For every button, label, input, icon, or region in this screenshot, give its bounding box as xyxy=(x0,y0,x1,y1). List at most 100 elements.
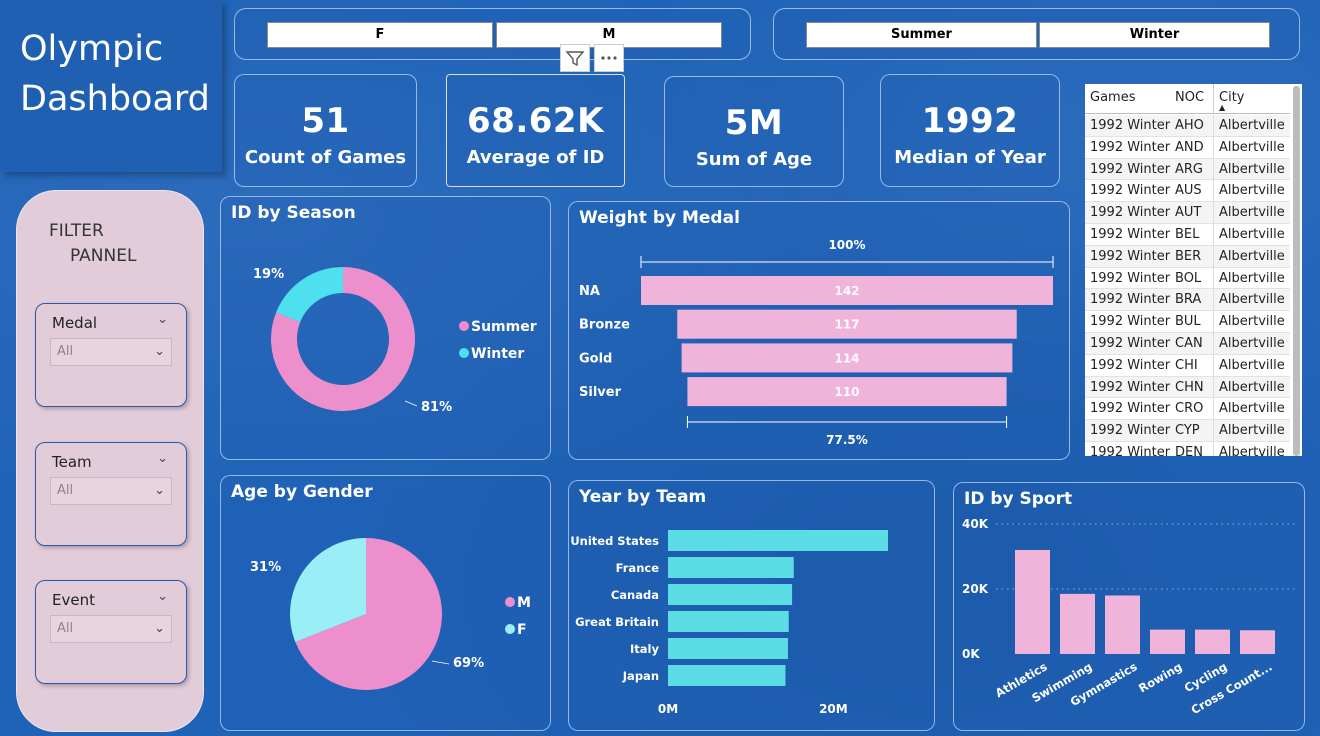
column-divider xyxy=(1213,420,1214,441)
donut-slice-winter xyxy=(276,267,343,323)
filter-label: Medal xyxy=(52,314,98,332)
table-row[interactable]: 1992 Winter BRA Albertville xyxy=(1085,289,1290,312)
cell-city: Albertville xyxy=(1219,336,1285,351)
cell-games: 1992 Winter xyxy=(1090,314,1171,330)
chevron-down-icon[interactable]: ⌄ xyxy=(157,589,168,604)
games-table[interactable]: Games NOC City ▲ 1992 Winter AHO Albertvil… xyxy=(1085,84,1302,456)
filter-label: Event xyxy=(52,591,95,609)
column-divider xyxy=(1213,158,1214,180)
kpi-sum-of-age[interactable]: 5M Sum of Age xyxy=(664,76,844,187)
filter-panel-title-line2: PANNEL xyxy=(70,246,137,266)
cell-city: Albertville xyxy=(1219,445,1285,456)
legend-marker xyxy=(505,597,515,607)
table-row[interactable]: 1992 Winter CHI Albertville xyxy=(1085,354,1290,377)
team-dropdown[interactable]: All ⌄ xyxy=(50,477,172,505)
column-divider xyxy=(1213,224,1214,245)
table-row[interactable]: 1992 Winter BER Albertville xyxy=(1085,245,1290,268)
kpi-median-of-year[interactable]: 1992 Median of Year xyxy=(880,74,1060,187)
cell-games: 1992 Winter xyxy=(1090,445,1171,456)
kpi-count-of-games[interactable]: 51 Count of Games xyxy=(234,74,417,187)
chevron-down-icon: ⌄ xyxy=(154,621,165,636)
table-row[interactable]: 1992 Winter ARG Albertville xyxy=(1085,158,1290,181)
cell-games: 1992 Winter xyxy=(1090,118,1171,133)
column-divider xyxy=(1213,245,1214,267)
column-divider xyxy=(1213,115,1214,136)
category-label: Great Britain xyxy=(575,615,659,629)
bar-gymnastics xyxy=(1105,595,1140,654)
table-row[interactable]: 1992 Winter CYP Albertville xyxy=(1085,420,1290,442)
column-header-games[interactable]: Games xyxy=(1090,90,1135,105)
team-bar-chart: United States France Canada Great Britain It… xyxy=(570,530,888,716)
cell-city: Albertville xyxy=(1219,161,1285,177)
table-row[interactable]: 1992 Winter AND Albertville xyxy=(1085,136,1290,159)
team-filter[interactable]: Team ⌄ All ⌄ xyxy=(35,442,187,546)
cell-noc: BRA xyxy=(1175,292,1202,308)
column-header-noc[interactable]: NOC xyxy=(1175,90,1204,105)
legend-label: Summer xyxy=(471,319,537,335)
season-option-winter[interactable]: Winter xyxy=(1039,22,1270,48)
y-tick-label: 20K xyxy=(962,582,989,596)
data-label: 110 xyxy=(834,385,859,399)
category-label: France xyxy=(616,561,660,575)
data-label: 69% xyxy=(453,656,484,671)
bar-italy xyxy=(668,638,788,659)
season-chart-card[interactable]: ID by Season 81% 19% Summer Winter xyxy=(220,196,551,460)
kpi-value: 5M xyxy=(724,103,784,143)
chevron-down-icon[interactable]: ⌄ xyxy=(157,451,168,466)
cell-city: Albertville xyxy=(1219,227,1285,242)
dashboard-title-line2: Dashboard xyxy=(20,79,210,119)
data-label: 19% xyxy=(253,267,284,282)
team-chart-card[interactable]: Year by Team United States France Canada Gr… xyxy=(568,480,935,731)
kpi-value: 1992 xyxy=(921,101,1019,141)
event-dropdown[interactable]: All ⌄ xyxy=(50,615,172,643)
table-row[interactable]: 1992 Winter DEN Albertville xyxy=(1085,442,1290,456)
table-row[interactable]: 1992 Winter CRO Albertville xyxy=(1085,398,1290,421)
kpi-label: Average of ID xyxy=(466,147,605,168)
gender-option-f[interactable]: F xyxy=(267,22,493,48)
cell-noc: CHI xyxy=(1175,357,1198,373)
cell-noc: CHN xyxy=(1175,379,1204,395)
table-row[interactable]: 1992 Winter AUS Albertville xyxy=(1085,180,1290,203)
season-option-summer[interactable]: Summer xyxy=(806,22,1037,48)
leader-line xyxy=(431,660,450,665)
table-row[interactable]: 1992 Winter CAN Albertville xyxy=(1085,333,1290,355)
cell-noc: AUT xyxy=(1175,205,1202,221)
medal-chart-card[interactable]: Weight by Medal 100% 142 NA 117 Bronze 114 Gol… xyxy=(568,201,1070,460)
table-row[interactable]: 1992 Winter BOL Albertville xyxy=(1085,267,1290,290)
filter-icon[interactable] xyxy=(560,44,590,72)
cell-noc: BUL xyxy=(1175,314,1201,330)
table-scrollbar[interactable] xyxy=(1293,86,1300,456)
column-divider xyxy=(1213,354,1214,376)
table-row[interactable]: 1992 Winter AHO Albertville xyxy=(1085,115,1290,137)
cell-games: 1992 Winter xyxy=(1090,248,1171,264)
event-filter[interactable]: Event ⌄ All ⌄ xyxy=(35,580,187,684)
cell-city: Albertville xyxy=(1219,139,1285,155)
sport-chart-card[interactable]: ID by Sport 0K 20K 40K Athletics Swimming Gym… xyxy=(953,482,1305,731)
table-row[interactable]: 1992 Winter BUL Albertville xyxy=(1085,311,1290,333)
cell-games: 1992 Winter xyxy=(1090,227,1171,242)
medal-dropdown[interactable]: All ⌄ xyxy=(50,338,172,366)
category-label: Gold xyxy=(579,351,612,366)
cell-city: Albertville xyxy=(1219,270,1285,286)
table-header: Games NOC City ▲ xyxy=(1085,84,1290,114)
table-row[interactable]: 1992 Winter BEL Albertville xyxy=(1085,224,1290,246)
gender-chart-card[interactable]: Age by Gender 69% 31% M F xyxy=(220,475,551,731)
medal-filter[interactable]: Medal ⌄ All ⌄ xyxy=(35,303,187,407)
funnel-bottom-label: 77.5% xyxy=(826,433,868,447)
sport-column-chart: 0K20K40KAthleticsSwimmingGymnasticsRowin… xyxy=(962,517,1296,717)
kpi-average-of-id[interactable]: 68.62K Average of ID xyxy=(446,74,625,187)
cell-games: 1992 Winter xyxy=(1090,379,1171,395)
column-divider xyxy=(1213,289,1214,311)
data-label: 142 xyxy=(834,284,859,298)
chevron-down-icon[interactable]: ⌄ xyxy=(157,312,168,327)
dropdown-value: All xyxy=(57,621,74,636)
table-row[interactable]: 1992 Winter CHN Albertville xyxy=(1085,376,1290,399)
dropdown-value: All xyxy=(57,483,74,498)
column-divider xyxy=(1213,84,1214,114)
sort-ascending-icon: ▲ xyxy=(1219,103,1226,112)
table-row[interactable]: 1992 Winter AUT Albertville xyxy=(1085,202,1290,224)
cell-city: Albertville xyxy=(1219,205,1285,221)
cell-city: Albertville xyxy=(1219,292,1285,308)
filter-label: Team xyxy=(52,453,92,471)
more-options-icon[interactable] xyxy=(594,44,624,72)
